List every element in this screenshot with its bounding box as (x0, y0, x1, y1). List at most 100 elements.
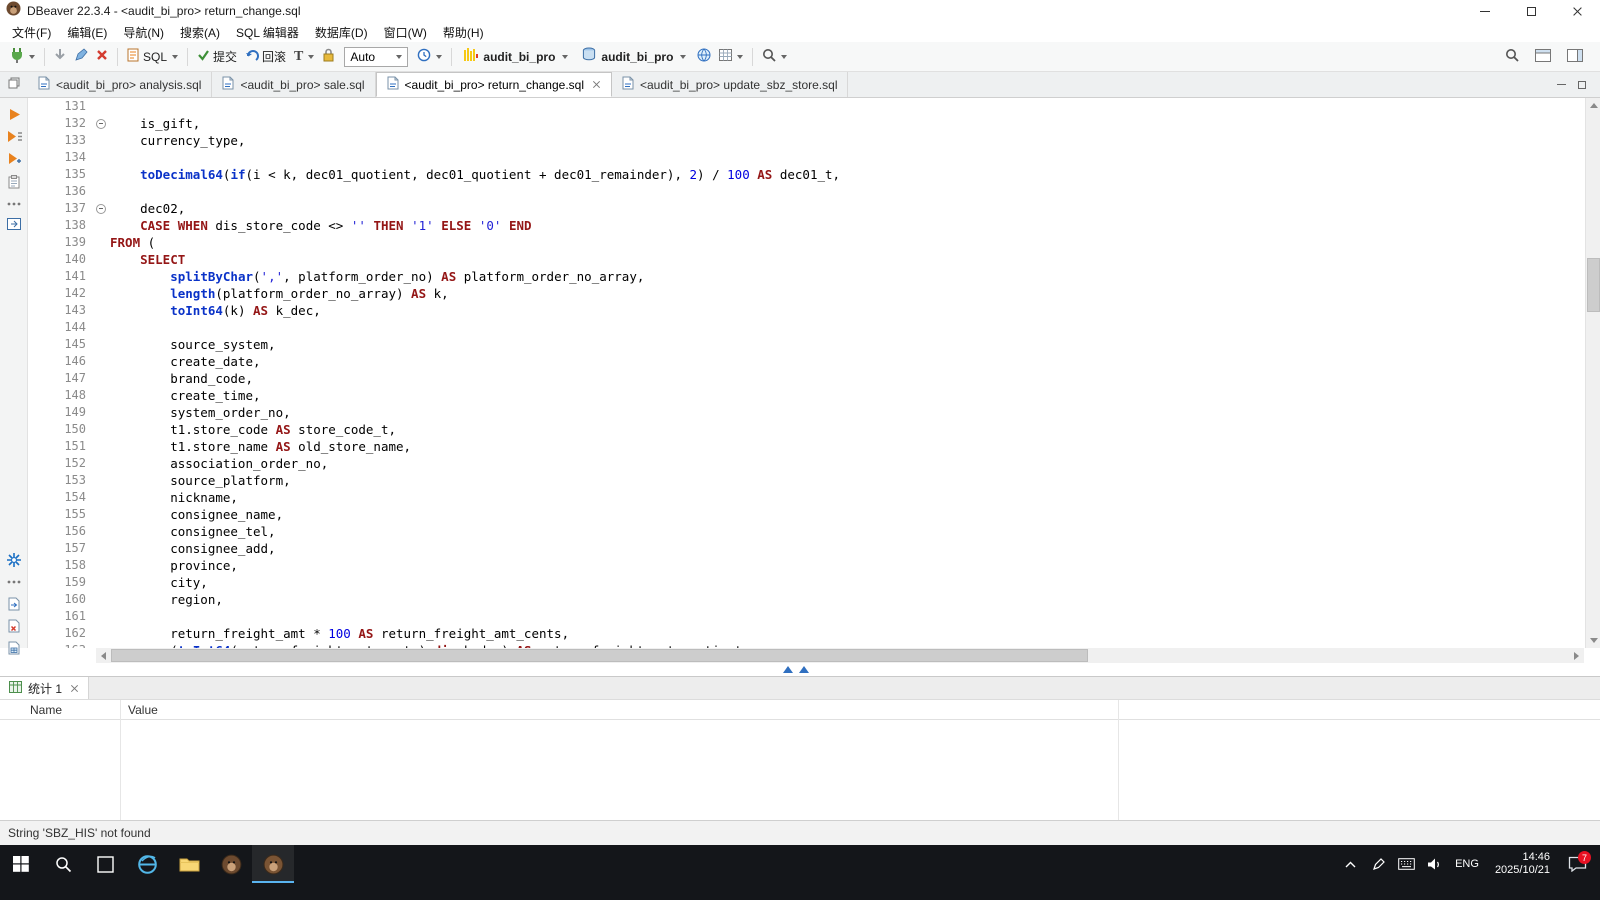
code-line-138: 138 CASE WHEN dis_store_code <> '' THEN … (28, 217, 1585, 234)
menu-item-3[interactable]: 导航(N) (115, 24, 172, 41)
maximize-icon (1527, 7, 1536, 16)
editor-tab-4[interactable]: <audit_bi_pro> update_sbz_store.sql (612, 72, 848, 97)
open-panel-icon[interactable] (0, 214, 28, 234)
fold-collapse-icon[interactable] (94, 200, 110, 217)
execute-sql-icon[interactable] (0, 104, 28, 124)
settings-gear-icon[interactable] (0, 550, 28, 570)
commit-button[interactable]: 提交 (193, 46, 241, 67)
pen-input-icon[interactable] (1365, 845, 1391, 883)
editor-side-toolbar (0, 98, 28, 648)
menu-item-4[interactable]: 搜索(A) (172, 24, 228, 41)
language-indicator[interactable]: ENG (1449, 858, 1485, 870)
scroll-down-icon[interactable] (1586, 633, 1600, 648)
line-number: 145 (28, 336, 94, 353)
code-text: source_system, (110, 336, 276, 353)
execute-new-tab-icon[interactable] (0, 148, 28, 168)
menu-item-1[interactable]: 文件(F) (4, 24, 59, 41)
tray-expand-icon[interactable] (1337, 845, 1363, 883)
tab-statistics[interactable]: 统计 1 (0, 677, 89, 699)
editor-tab-2[interactable]: <audit_bi_pro> sale.sql (212, 72, 375, 97)
history-button[interactable] (413, 46, 446, 67)
grid-view-button[interactable] (715, 47, 747, 66)
menu-item-8[interactable]: 帮助(H) (435, 24, 492, 41)
close-tab-icon[interactable] (592, 80, 601, 89)
horizontal-scroll-track[interactable] (111, 648, 1569, 663)
sql-editor[interactable]: 131132 is_gift,133 currency_type,134135 … (28, 98, 1585, 648)
toggle-panel-button[interactable] (1563, 47, 1587, 67)
menu-item-2[interactable]: 编辑(E) (59, 24, 115, 41)
search-button[interactable] (1501, 46, 1523, 67)
code-line-161: 161 (28, 608, 1585, 625)
touch-keyboard-icon[interactable] (1393, 845, 1419, 883)
open-connection-button[interactable] (5, 45, 39, 68)
line-number: 138 (28, 217, 94, 234)
doc-grid-icon[interactable] (0, 638, 28, 658)
dbeaver-app-button-active[interactable] (252, 845, 294, 883)
minimize-editor-icon[interactable] (1557, 84, 1566, 85)
taskbar-search-button[interactable] (42, 845, 84, 883)
dbeaver-app-button[interactable] (210, 845, 252, 883)
scroll-right-icon[interactable] (1569, 648, 1584, 663)
taskbar-clock[interactable]: 14:46 2025/10/21 (1487, 851, 1558, 877)
lock-button[interactable] (318, 46, 339, 67)
restore-editors-button[interactable] (0, 72, 28, 97)
notification-center-button[interactable]: 7 (1560, 845, 1594, 883)
search-icon (1505, 48, 1519, 65)
vertical-scroll-thumb[interactable] (1587, 258, 1600, 312)
speaker-icon[interactable] (1421, 845, 1447, 883)
globe-button[interactable] (693, 46, 715, 67)
code-text: source_platform, (110, 472, 291, 489)
horizontal-scroll-thumb[interactable] (111, 649, 1088, 662)
cancel-button[interactable] (92, 47, 112, 66)
close-tab-icon[interactable] (70, 684, 79, 693)
execute-script-icon[interactable] (0, 126, 28, 146)
main-toolbar: SQL 提交 回滚 T Auto audit_bi_p (0, 42, 1600, 72)
more-actions-icon[interactable] (0, 194, 28, 214)
explain-plan-icon[interactable] (0, 172, 28, 192)
open-perspective-button[interactable] (1531, 47, 1555, 67)
editor-tab-3[interactable]: <audit_bi_pro> return_change.sql (376, 72, 612, 97)
menu-item-6[interactable]: 数据库(D) (307, 24, 376, 41)
autocommit-combo[interactable]: Auto (344, 47, 408, 67)
task-view-button[interactable] (84, 845, 126, 883)
scroll-up-icon[interactable] (1586, 98, 1600, 113)
database-selector[interactable]: audit_bi_pro (575, 47, 693, 66)
chevron-down-icon (436, 55, 442, 59)
fold-collapse-icon[interactable] (94, 115, 110, 132)
fold-spacer (94, 132, 110, 149)
more-icon[interactable] (0, 572, 28, 592)
maximize-window-button[interactable] (1508, 0, 1554, 22)
doc-error-icon[interactable] (0, 616, 28, 636)
internet-explorer-button[interactable] (126, 845, 168, 883)
fold-spacer (94, 336, 110, 353)
panel-buttons (1557, 72, 1600, 97)
column-header-value[interactable]: Value (120, 703, 158, 717)
connection-selector[interactable]: audit_bi_pro (457, 48, 575, 66)
sql-editor-menu-button[interactable]: SQL (123, 46, 182, 67)
column-header-name[interactable]: Name (0, 703, 120, 717)
file-explorer-button[interactable] (168, 845, 210, 883)
horizontal-scrollbar[interactable] (96, 648, 1584, 663)
search-menu-button[interactable] (758, 46, 791, 67)
start-button[interactable] (0, 845, 42, 883)
restore-pane-up-icon[interactable] (783, 666, 793, 673)
code-text: CASE WHEN dis_store_code <> '' THEN '1' … (110, 217, 532, 234)
fetch-button[interactable] (50, 46, 70, 67)
menu-item-5[interactable]: SQL 编辑器 (228, 24, 307, 41)
code-line-142: 142 length(platform_order_no_array) AS k… (28, 285, 1585, 302)
edit-button[interactable] (70, 46, 92, 67)
restore-pane-up-icon[interactable] (799, 666, 809, 673)
transaction-mode-button[interactable]: T (290, 47, 318, 67)
close-window-button[interactable] (1554, 0, 1600, 22)
rollback-button[interactable]: 回滚 (241, 46, 290, 67)
fold-spacer (94, 608, 110, 625)
export-doc-icon[interactable] (0, 594, 28, 614)
scroll-left-icon[interactable] (96, 648, 111, 663)
perspective-icon (1535, 49, 1551, 65)
vertical-scrollbar[interactable] (1585, 98, 1600, 648)
maximize-editor-icon[interactable] (1578, 81, 1586, 89)
minimize-window-button[interactable] (1462, 0, 1508, 22)
close-icon (1572, 6, 1583, 17)
editor-tab-1[interactable]: <audit_bi_pro> analysis.sql (28, 72, 212, 97)
menu-item-7[interactable]: 窗口(W) (376, 24, 435, 41)
